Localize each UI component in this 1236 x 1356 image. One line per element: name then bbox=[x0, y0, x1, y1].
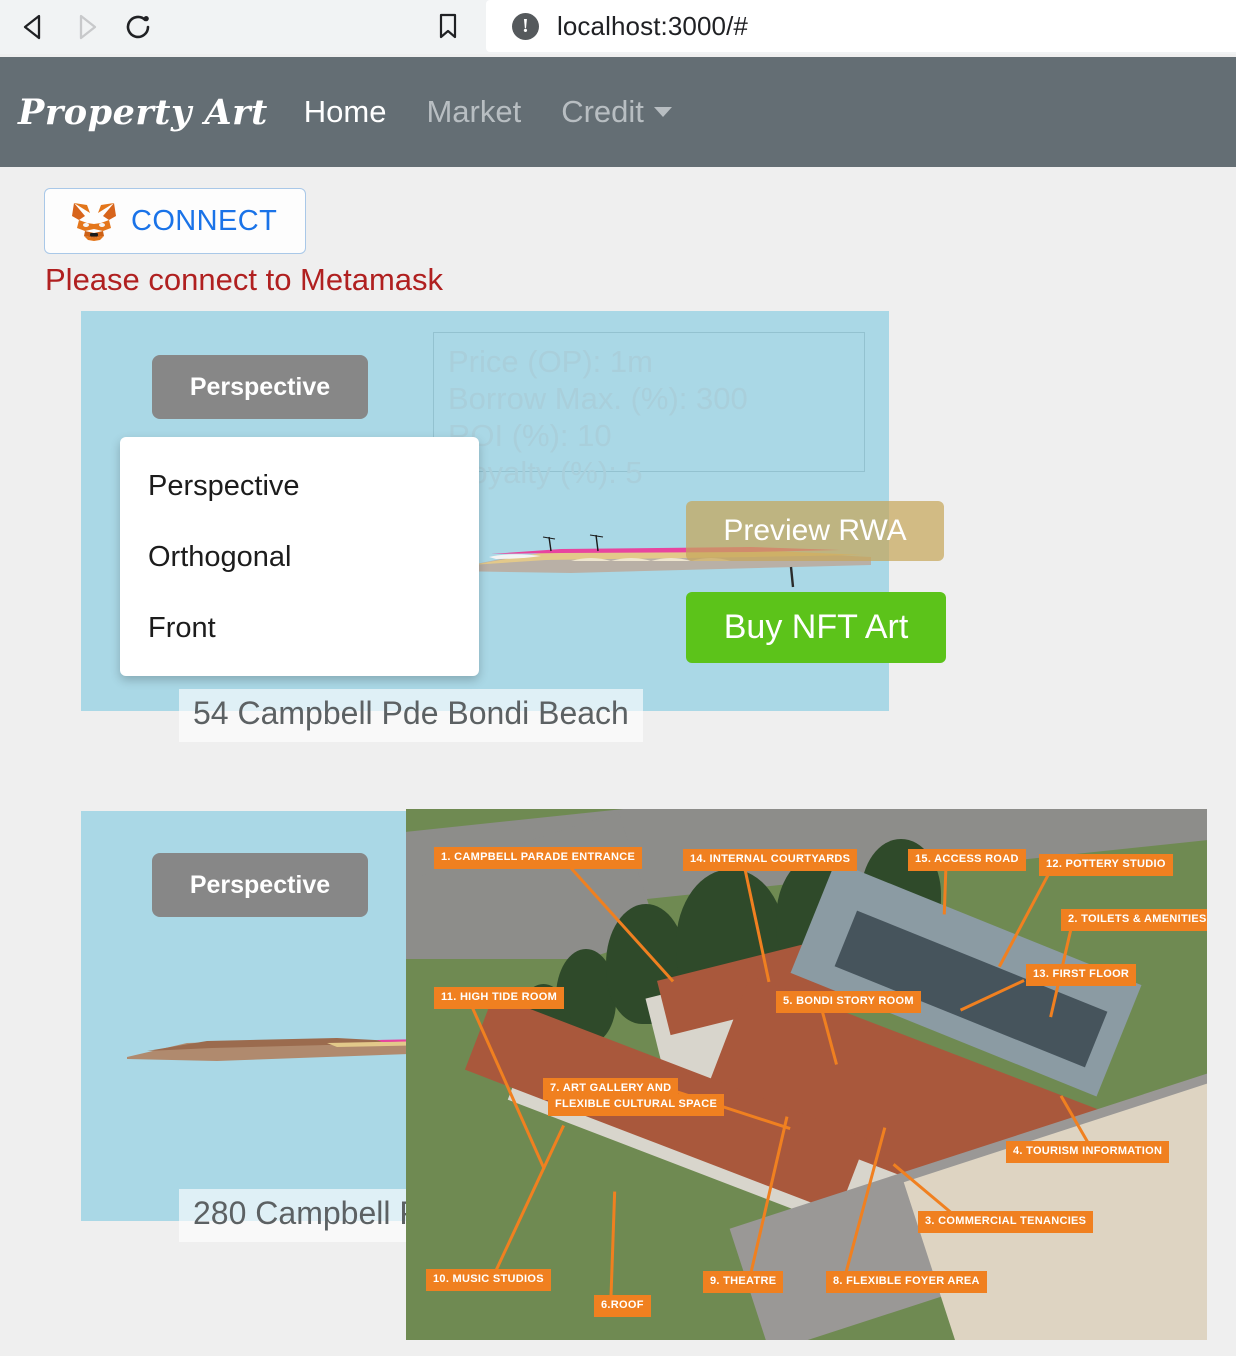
aerial-callout-label: 10. MUSIC STUDIOS bbox=[426, 1269, 551, 1291]
buy-nft-art-button[interactable]: Buy NFT Art bbox=[686, 592, 946, 663]
metamask-fox-icon bbox=[72, 203, 116, 241]
stat-price: Price (OP): 1m bbox=[448, 344, 653, 379]
connect-wallet-button[interactable]: CONNECT bbox=[44, 188, 306, 254]
dropdown-option-back[interactable]: Back bbox=[120, 664, 479, 676]
bookmark-icon bbox=[439, 13, 457, 39]
page-root: ! localhost:3000/# Property Art Home Mar… bbox=[0, 0, 1236, 1356]
bookmark-button[interactable] bbox=[428, 5, 468, 47]
aerial-scene bbox=[406, 809, 1207, 1340]
aerial-callout-label: FLEXIBLE CULTURAL SPACE bbox=[548, 1094, 725, 1116]
view-mode-button-2[interactable]: Perspective bbox=[152, 853, 368, 917]
not-secure-icon[interactable]: ! bbox=[512, 12, 539, 40]
property-stats-1: Price (OP): 1m Borrow Max. (%): 300 ROI … bbox=[433, 332, 865, 490]
aerial-callout-label: 8. FLEXIBLE FOYER AREA bbox=[826, 1271, 987, 1293]
aerial-callout-label: 9. THEATRE bbox=[703, 1271, 784, 1293]
nav-item-market-label: Market bbox=[426, 94, 522, 129]
dropdown-option-orthogonal[interactable]: Orthogonal bbox=[120, 522, 479, 593]
app-navbar: Property Art Home Market Credit bbox=[0, 57, 1236, 167]
rwa-preview-aerial-photo[interactable]: 1. CAMPBELL PARADE ENTRANCE 14. INTERNAL … bbox=[406, 809, 1207, 1340]
aerial-callout-label: 12. POTTERY STUDIO bbox=[1039, 854, 1173, 876]
forward-triangle-icon bbox=[79, 14, 97, 40]
back-button[interactable] bbox=[12, 5, 56, 49]
property-address-1: 54 Campbell Pde Bondi Beach bbox=[179, 689, 643, 742]
aerial-callout-label: 4. TOURISM INFORMATION bbox=[1006, 1141, 1170, 1163]
url-text: localhost:3000/# bbox=[557, 10, 748, 41]
aerial-callout-label: 5. BONDI STORY ROOM bbox=[776, 991, 921, 1013]
nav-item-credit-label: Credit bbox=[561, 94, 644, 129]
aerial-callout-label: 14. INTERNAL COURTYARDS bbox=[683, 849, 858, 871]
property-address-2: 280 Campbell P bbox=[179, 1189, 435, 1242]
reload-icon bbox=[126, 15, 150, 39]
aerial-callout-label: 11. HIGH TIDE ROOM bbox=[434, 987, 565, 1009]
view-mode-dropdown[interactable]: Perspective Orthogonal Front Back bbox=[120, 437, 479, 676]
stat-roi: ROI (%): 10 bbox=[448, 418, 612, 453]
aerial-callout-label: 3. COMMERCIAL TENANCIES bbox=[918, 1211, 1094, 1233]
aerial-callout-label: 15. ACCESS ROAD bbox=[908, 849, 1026, 871]
back-triangle-icon bbox=[23, 14, 41, 40]
aerial-callout-label: 1. CAMPBELL PARADE ENTRANCE bbox=[434, 847, 643, 869]
aerial-callout-label: 6.ROOF bbox=[594, 1295, 651, 1317]
nav-item-credit[interactable]: Credit bbox=[561, 94, 672, 130]
aerial-callout-label: 13. FIRST FLOOR bbox=[1026, 964, 1137, 986]
address-bar[interactable]: ! localhost:3000/# bbox=[486, 0, 1236, 52]
nav-item-home[interactable]: Home bbox=[304, 94, 387, 130]
reload-button[interactable] bbox=[116, 5, 160, 49]
browser-toolbar: ! localhost:3000/# bbox=[0, 0, 1236, 54]
nav-item-home-label: Home bbox=[303, 94, 387, 129]
chevron-down-icon bbox=[653, 107, 672, 117]
property-card-2: Perspective bbox=[81, 811, 437, 1221]
property-3d-model-2[interactable] bbox=[127, 1023, 437, 1071]
dropdown-option-perspective[interactable]: Perspective bbox=[120, 451, 479, 522]
forward-button[interactable] bbox=[64, 5, 108, 49]
brand-logo[interactable]: Property Art bbox=[18, 92, 268, 133]
connect-label: CONNECT bbox=[131, 204, 278, 237]
view-mode-button-1[interactable]: Perspective bbox=[152, 355, 368, 419]
preview-rwa-button[interactable]: Preview RWA bbox=[686, 501, 944, 561]
metamask-warning-text: Please connect to Metamask bbox=[45, 262, 444, 297]
aerial-callout-label: 2. TOILETS & AMENITIES bbox=[1061, 909, 1207, 931]
dropdown-option-front[interactable]: Front bbox=[120, 593, 479, 664]
stat-borrow-max: Borrow Max. (%): 300 bbox=[448, 381, 748, 416]
stat-royalty: Royalty (%): 5 bbox=[448, 455, 643, 490]
nav-item-market[interactable]: Market bbox=[426, 94, 521, 130]
